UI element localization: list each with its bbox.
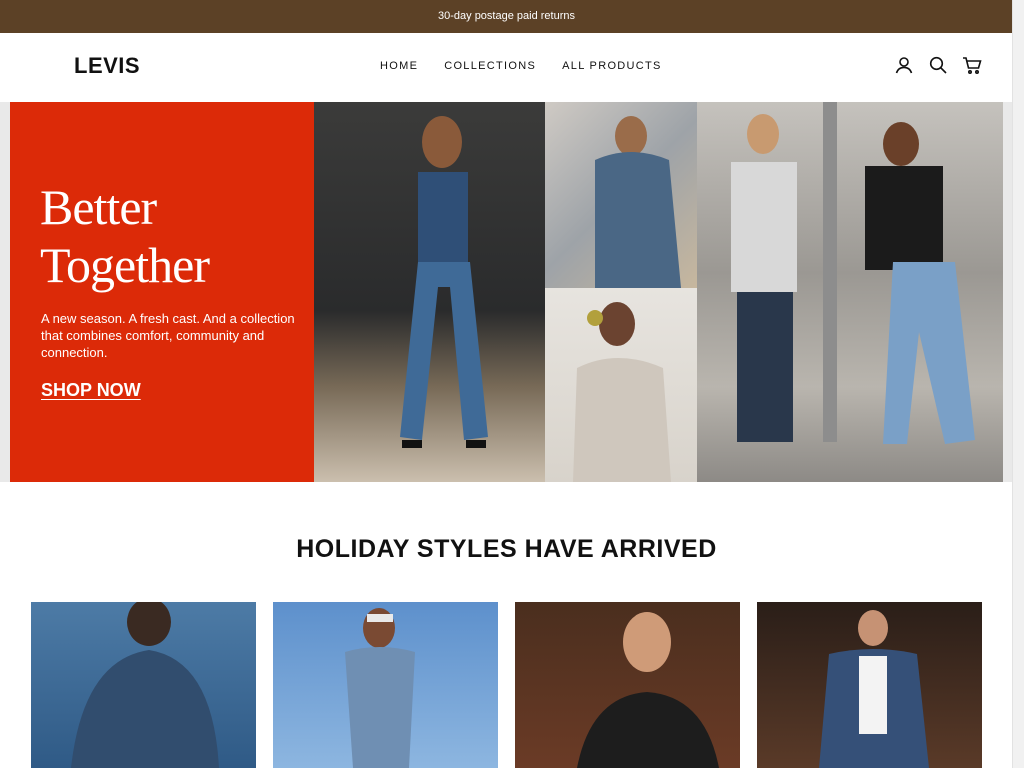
cart-icon[interactable]: [962, 55, 982, 75]
shop-now-link[interactable]: SHOP NOW: [41, 380, 141, 401]
announcement-bar: 30-day postage paid returns: [0, 0, 1013, 33]
account-icon[interactable]: [894, 55, 914, 75]
hero-description: A new season. A fresh cast. And a collec…: [41, 311, 295, 360]
announcement-text: 30-day postage paid returns: [438, 10, 575, 22]
hero-title-line-1: Better: [40, 179, 157, 235]
hero-photo-woman-denim[interactable]: [314, 102, 545, 482]
hero-photo-two-men[interactable]: [697, 102, 1003, 482]
main-nav: HOME COLLECTIONS ALL PRODUCTS: [380, 60, 688, 72]
hero-banner: Better Together A new season. A fresh ca…: [0, 102, 1013, 482]
search-icon[interactable]: [928, 55, 948, 75]
hero-text-panel: Better Together A new season. A fresh ca…: [10, 102, 314, 482]
hero-photo-woman-cardigan[interactable]: [545, 288, 697, 482]
hero-title: Better Together: [40, 178, 210, 294]
header-icons: [894, 55, 982, 75]
logo[interactable]: LEVIS: [74, 53, 140, 79]
nav-all-products[interactable]: ALL PRODUCTS: [562, 60, 662, 72]
product-card-1[interactable]: [31, 602, 256, 768]
page-scrollbar[interactable]: [1012, 0, 1024, 768]
nav-collections[interactable]: COLLECTIONS: [444, 60, 536, 72]
product-card-3[interactable]: [515, 602, 740, 768]
section-title: HOLIDAY STYLES HAVE ARRIVED: [296, 535, 717, 563]
product-card-4[interactable]: [757, 602, 982, 768]
nav-home[interactable]: HOME: [380, 60, 418, 72]
site-header: LEVIS HOME COLLECTIONS ALL PRODUCTS: [0, 33, 1013, 103]
hero-photo-man-denim-jacket[interactable]: [545, 102, 697, 288]
product-card-2[interactable]: [273, 602, 498, 768]
hero-title-line-2: Together: [40, 237, 210, 293]
